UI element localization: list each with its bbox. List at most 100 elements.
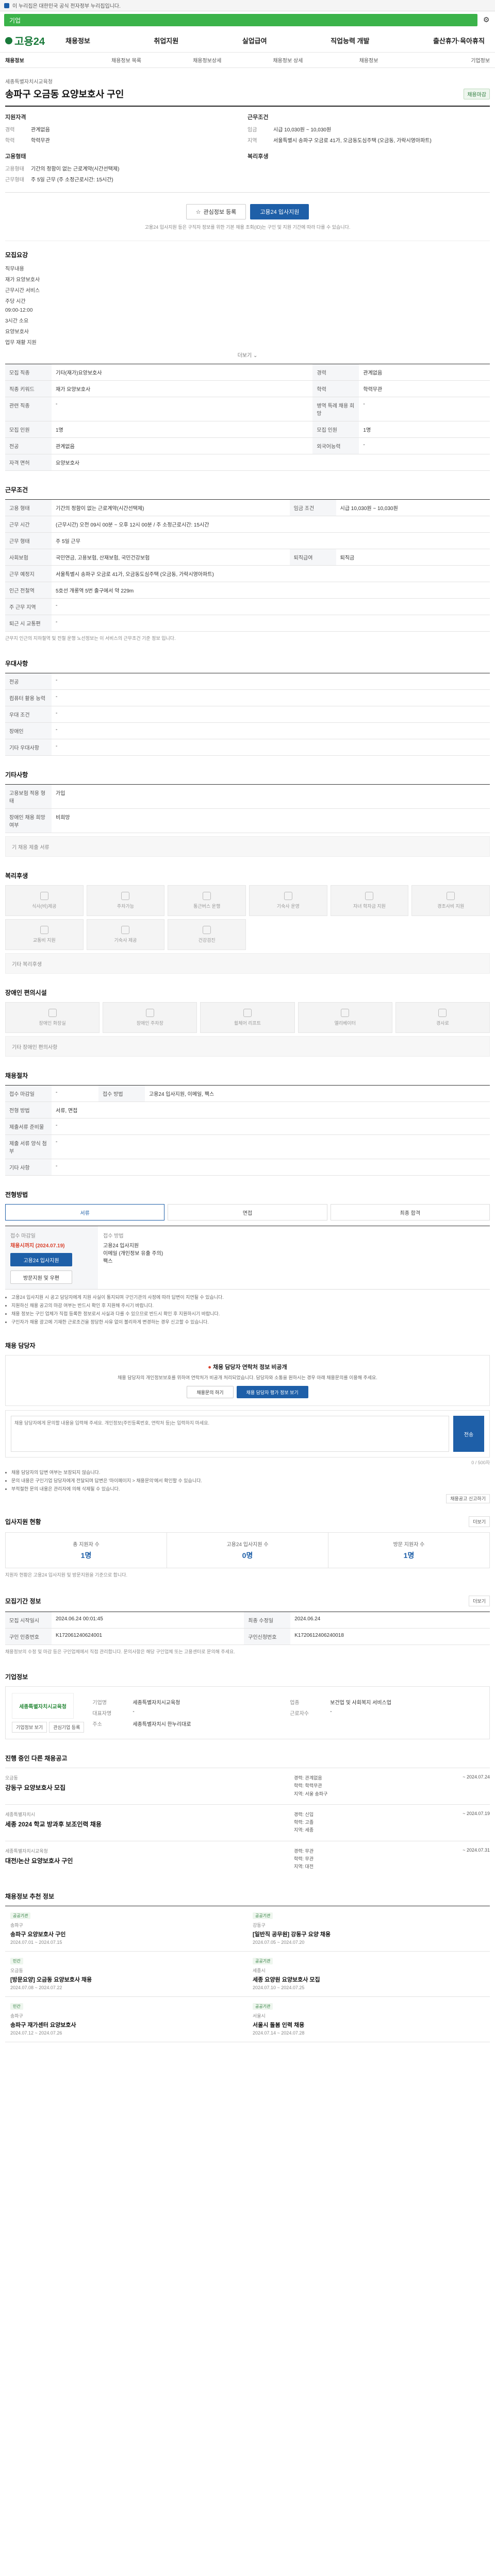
row-key: 구인신청번호 (244, 1628, 291, 1645)
row-key: 구인 인증번호 (5, 1628, 52, 1645)
job-item-company: 세종특별자치시교육청 (5, 1848, 48, 1854)
list-item[interactable]: 세종특별자치시교육청 대전/논산 요양보호사 구인 경력: 무관 학력: 무관 지역:… (5, 1840, 490, 1877)
subnav-item[interactable]: 채용정보 상세 (248, 56, 328, 64)
duties-section: 모집요강 직무내용 재가 요양보호사 근무시간 서비스 주당 시간 09:00-… (5, 241, 490, 476)
inquiry-textarea[interactable] (11, 1416, 449, 1452)
settings-icon[interactable]: ⚙ (482, 15, 491, 25)
company-key: 기업명 (92, 1700, 107, 1706)
row-key: 모집 시작일시 (5, 1612, 52, 1629)
gnb-item-support[interactable]: 취업지원 (154, 36, 178, 45)
gnb-item-jobs[interactable]: 채용정보 (65, 36, 90, 45)
summary-heading: 복리후생 (248, 154, 269, 160)
apply-deadline-box: 접수 마감일 채용시까지 (2024.07.19) 고용24 입사지원 방문지원… (5, 1226, 98, 1289)
section-title: 복리후생 (5, 872, 28, 879)
elevator-icon (341, 1009, 350, 1017)
apply-button[interactable]: 고용24 입사지원 (250, 204, 309, 219)
gnb-item-training[interactable]: 직업능력 개발 (331, 36, 369, 45)
welfare-extra: 기타 복리후생 (5, 953, 490, 974)
site-logo[interactable]: 고용24 (5, 33, 45, 48)
row-key: 자격 면허 (5, 454, 52, 471)
gnb-item-benefits[interactable]: 실업급여 (242, 36, 267, 45)
duties-more-toggle[interactable]: 더보기 ⌄ (5, 349, 490, 364)
alert-desc: 채용 담당자의 개인정보보호를 위하여 연락처가 비공개 처리되었습니다. 담당… (118, 1375, 377, 1380)
card-title: 송파구 요양보호사 구인 (10, 1931, 66, 1938)
company-key: 업종 (290, 1700, 300, 1706)
list-item[interactable]: 공공기관 송파구 송파구 요양보호사 구인 2024.07.01 ~ 2024.07.… (5, 1906, 248, 1952)
list-item[interactable]: 공공기관 세종시 세종 요양원 요양보호사 모집 2024.07.10 ~ 2024.… (248, 1952, 490, 1997)
duty-line: 업무 재활 지원 (5, 340, 37, 346)
char-counter: 0 / 500자 (471, 1460, 490, 1465)
search-input[interactable]: 기업 (4, 14, 477, 26)
report-row: 채용공고 신고하기 (5, 1494, 490, 1503)
gift-icon (447, 892, 455, 900)
interest-button[interactable]: ☆ 관심정보 등록 (186, 204, 246, 219)
table-row: 전공 관계없음 외국어능력 - (5, 437, 490, 454)
job-item-company: 세종특별자치시 (5, 1811, 35, 1817)
bus-icon (203, 892, 211, 900)
row-value: 가입 (52, 784, 490, 809)
send-button[interactable]: 전송 (453, 1416, 484, 1452)
list-item[interactable]: 오금동 강동구 요양보호사 모집 경력: 관계없음 학력: 학력무관 지역: 서울 송… (5, 1768, 490, 1804)
gnb-item-leave[interactable]: 출산휴가·육아휴직 (433, 36, 485, 45)
job-item-meta: 경력: 무관 학력: 무관 지역: 대전 (294, 1848, 428, 1871)
subnav-item[interactable]: 채용정보 (328, 56, 409, 64)
status-badge: 채용마감 (464, 88, 490, 99)
search-bar: 기업 ⚙ (0, 11, 495, 29)
other-extra: 기 채용 제출 서류 (5, 836, 490, 857)
step-interview: 면접 (168, 1204, 327, 1221)
welfare-label: 자녀 학자금 지원 (353, 904, 386, 909)
summary-row: 고용형태 기간의 정함이 없는 근로계약(시간선택제) (5, 164, 248, 172)
apply-visit-button[interactable]: 방문지원 및 우편 (10, 1270, 72, 1284)
list-item[interactable]: 세종특별자치시 세종 2024 학교 방과후 보조인력 채용 경력: 신입 학력: … (5, 1804, 490, 1841)
subnav-item[interactable]: 기업정보 (409, 56, 490, 64)
list-item[interactable]: 민간 오금동 [방문요양] 오금동 요양보호사 채용 2024.07.08 ~ 202… (5, 1952, 248, 1997)
row-value: - (359, 397, 490, 421)
row-value: - (52, 1085, 98, 1102)
summary-heading: 고용형태 (5, 154, 26, 160)
company-value: - (330, 1709, 332, 1715)
facility-label: 장애인 화장실 (39, 1021, 66, 1026)
welfare-label: 건강검진 (198, 938, 216, 943)
subnav-item[interactable]: 채용정보 목록 (86, 56, 167, 64)
company-info-button[interactable]: 기업정보 보기 (12, 1722, 47, 1733)
apply-note: 채용 정보는 구인 업체가 직접 등록한 정보로서 사실과 다를 수 있으므로 … (11, 1310, 490, 1317)
card-title: 서울시 돌봄 인력 채용 (253, 2022, 305, 2028)
summary-row: 지역 서울특별시 송파구 오금로 41가, 오금동도심주택 (오금동, 가락시영아… (248, 136, 490, 144)
row-value: 1명 (52, 421, 313, 438)
method-steps: 서류 면접 최종 합격 (5, 1204, 490, 1221)
applicants-more-button[interactable]: 더보기 (469, 1516, 490, 1527)
job-item-title: 강동구 요양보호사 모집 (5, 1784, 66, 1791)
search-placeholder: 기업 (9, 16, 21, 24)
subnav-item[interactable]: 채용정보 (5, 56, 86, 64)
card-title: 세종 요양원 요양보호사 모집 (253, 1976, 320, 1983)
preferences-table: 전공 - 컴퓨터 활용 능력 - 우대 조건 - 장애인 - 기타 우대사항 - (5, 673, 490, 756)
row-value: K1720612406240018 (290, 1628, 490, 1645)
duty-line: 3시간 소요 (5, 318, 29, 324)
apply-note: 지원하신 채용 공고의 마감 여부는 반드시 확인 후 지원해 주시기 바랍니다… (11, 1302, 490, 1309)
apply-notes: 고용24 입사지원 시 공고 담당자에게 지원 사실이 통지되며 구인기관의 사… (5, 1294, 490, 1325)
job-item-company: 오금동 (5, 1775, 18, 1781)
card-company: 강동구 (253, 1922, 266, 1928)
parking-icon (145, 1009, 154, 1017)
row-value: - (52, 598, 490, 615)
summary-key: 지역 (248, 138, 257, 144)
row-value: 재가 요양보호사 (52, 380, 313, 397)
list-item[interactable]: 공공기관 서울시 서울시 돌봄 인력 채용 2024.07.14 ~ 2024.07.… (248, 1997, 490, 2042)
row-key: 근무 형태 (5, 532, 52, 549)
apply-online-button[interactable]: 고용24 입사지원 (10, 1253, 72, 1266)
site-header: 고용24 채용정보 취업지원 실업급여 직업능력 개발 출산휴가·육아휴직 (0, 29, 495, 53)
chevron-down-icon: ⌄ (253, 353, 258, 359)
list-item[interactable]: 공공기관 강동구 [일반직 공무원] 강동구 요양 채용 2024.07.05 ~ 2… (248, 1906, 490, 1952)
report-button[interactable]: 채용공고 신고하기 (446, 1494, 490, 1503)
list-item[interactable]: 민간 송파구 송파구 재가센터 요양보호사 2024.07.12 ~ 2024.07.… (5, 1997, 248, 2042)
inquiry-button[interactable]: 채용문의 하기 (187, 1386, 234, 1398)
table-row: 모집 직종 기타(재가)요양보호사 경력 관계없음 (5, 364, 490, 381)
apply-grid: 접수 마감일 채용시까지 (2024.07.19) 고용24 입사지원 방문지원… (5, 1226, 490, 1290)
info-more-button[interactable]: 더보기 (469, 1596, 490, 1606)
subnav-item[interactable]: 채용정보상세 (167, 56, 248, 64)
company-follow-button[interactable]: 관심기업 등록 (49, 1722, 85, 1733)
step-final: 최종 합격 (330, 1204, 490, 1221)
table-row: 근무 시간 (근무시간) 오전 09시 00분 ~ 오후 12시 00분 / 주 … (5, 516, 490, 533)
row-key: 근무 예정지 (5, 565, 52, 582)
evaluation-button[interactable]: 채용 담당자 평가 정보 보기 (236, 1386, 308, 1398)
